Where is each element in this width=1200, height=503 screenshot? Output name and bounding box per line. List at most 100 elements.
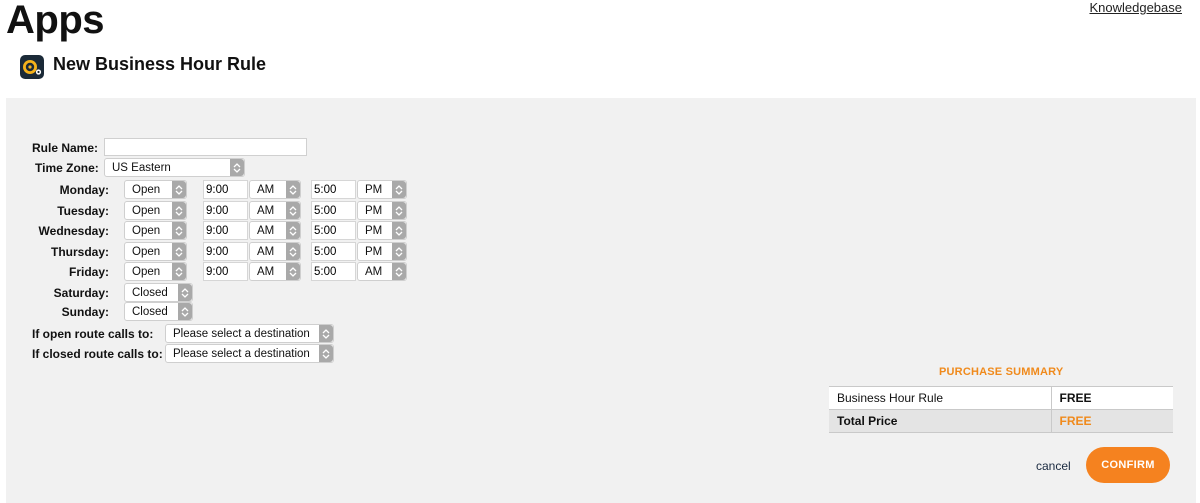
select-arrows-icon <box>286 222 300 239</box>
day-status-select[interactable]: Closed <box>124 302 193 321</box>
open-ampm-select[interactable]: AM <box>249 221 301 240</box>
select-arrows-icon <box>286 243 300 260</box>
day-row: Monday: <box>6 180 109 200</box>
day-status-select-value: Open <box>132 224 161 237</box>
select-arrows-icon <box>392 181 406 198</box>
time-zone-select[interactable]: US Eastern <box>104 158 245 177</box>
summary-row: Business Hour Rule FREE <box>829 386 1173 410</box>
day-status-select-value: Closed <box>132 286 168 299</box>
open-time-input[interactable] <box>203 221 248 240</box>
day-row: Wednesday: <box>6 221 109 241</box>
day-status-select[interactable]: Open <box>124 180 187 199</box>
close-ampm-select[interactable]: PM <box>357 221 407 240</box>
apps-heading: Apps <box>6 0 105 42</box>
close-time-input[interactable] <box>311 201 356 220</box>
open-ampm-select[interactable]: AM <box>249 180 301 199</box>
close-ampm-select-value: PM <box>365 245 383 258</box>
select-arrows-icon <box>172 222 186 239</box>
select-arrows-icon <box>392 222 406 239</box>
open-ampm-select[interactable]: AM <box>249 262 301 281</box>
day-row: Sunday: <box>6 302 109 322</box>
closed-route-select[interactable]: Please select a destination <box>165 344 334 363</box>
day-status-select[interactable]: Open <box>124 242 187 261</box>
open-ampm-select-value: AM <box>257 183 275 196</box>
open-time-input[interactable] <box>203 180 248 199</box>
close-ampm-select[interactable]: PM <box>357 201 407 220</box>
select-arrows-icon <box>178 303 192 320</box>
rule-name-input[interactable] <box>104 138 307 156</box>
select-arrows-icon <box>392 243 406 260</box>
time-zone-value: US Eastern <box>112 161 171 174</box>
day-label: Saturday: <box>53 286 109 300</box>
cancel-link[interactable]: cancel <box>1036 459 1071 473</box>
day-status-select[interactable]: Open <box>124 201 187 220</box>
close-ampm-select[interactable]: PM <box>357 242 407 261</box>
close-time-input[interactable] <box>311 262 356 281</box>
close-ampm-select[interactable]: AM <box>357 262 407 281</box>
select-arrows-icon <box>286 181 300 198</box>
close-ampm-select[interactable]: PM <box>357 180 407 199</box>
purchase-summary-table: Business Hour Rule FREE Total Price FREE <box>829 386 1173 433</box>
select-arrows-icon <box>286 202 300 219</box>
day-status-select-value: Open <box>132 204 161 217</box>
day-label: Monday: <box>59 183 109 197</box>
confirm-button[interactable]: CONFIRM <box>1086 447 1170 483</box>
knowledgebase-link[interactable]: Knowledgebase <box>1089 0 1182 15</box>
select-arrows-icon <box>230 159 244 176</box>
select-arrows-icon <box>392 263 406 280</box>
purchase-summary-title: PURCHASE SUMMARY <box>939 366 1064 378</box>
summary-total-row: Total Price FREE <box>829 409 1173 433</box>
open-ampm-select[interactable]: AM <box>249 201 301 220</box>
close-time-input[interactable] <box>311 242 356 261</box>
select-arrows-icon <box>392 202 406 219</box>
day-row: Friday: <box>6 262 109 282</box>
day-status-select[interactable]: Open <box>124 262 187 281</box>
open-time-input[interactable] <box>203 242 248 261</box>
day-label: Thursday: <box>50 245 109 259</box>
day-label: Tuesday: <box>57 204 109 218</box>
select-arrows-icon <box>172 263 186 280</box>
open-ampm-select-value: AM <box>257 245 275 258</box>
day-status-select[interactable]: Closed <box>124 283 193 302</box>
select-arrows-icon <box>319 325 333 342</box>
day-status-select[interactable]: Open <box>124 221 187 240</box>
day-status-select-value: Open <box>132 265 161 278</box>
open-ampm-select-value: AM <box>257 224 275 237</box>
time-zone-label: Time Zone: <box>35 161 99 175</box>
open-route-value: Please select a destination <box>173 327 310 340</box>
day-status-select-value: Closed <box>132 305 168 318</box>
open-route-select[interactable]: Please select a destination <box>165 324 334 343</box>
day-label: Sunday: <box>61 305 109 319</box>
open-ampm-select[interactable]: AM <box>249 242 301 261</box>
day-label: Wednesday: <box>38 224 109 238</box>
select-arrows-icon <box>172 202 186 219</box>
close-time-input[interactable] <box>311 221 356 240</box>
rule-name-label: Rule Name: <box>32 141 99 155</box>
open-time-input[interactable] <box>203 262 248 281</box>
closed-route-value: Please select a destination <box>173 347 310 360</box>
day-row: Tuesday: <box>6 201 109 221</box>
close-ampm-select-value: PM <box>365 224 383 237</box>
select-arrows-icon <box>178 284 192 301</box>
day-status-select-value: Open <box>132 245 161 258</box>
select-arrows-icon <box>286 263 300 280</box>
summary-price: FREE <box>1050 386 1173 410</box>
select-arrows-icon <box>319 345 333 362</box>
day-row: Thursday: <box>6 242 109 262</box>
close-time-input[interactable] <box>311 180 356 199</box>
day-row: Saturday: <box>6 283 109 303</box>
day-label: Friday: <box>68 265 109 279</box>
select-arrows-icon <box>172 181 186 198</box>
open-time-input[interactable] <box>203 201 248 220</box>
closed-route-label: If closed route calls to: <box>32 347 163 361</box>
rule-form-panel: Rule Name: Time Zone: US Eastern Monday:… <box>6 98 1196 503</box>
open-route-label: If open route calls to: <box>32 327 154 341</box>
open-ampm-select-value: AM <box>257 204 275 217</box>
summary-total-label: Total Price <box>829 409 1051 433</box>
page-title: New Business Hour Rule <box>53 54 267 74</box>
day-status-select-value: Open <box>132 183 161 196</box>
record-disc-icon <box>20 55 44 79</box>
close-ampm-select-value: AM <box>365 265 383 278</box>
select-arrows-icon <box>172 243 186 260</box>
summary-total-price: FREE <box>1050 409 1173 433</box>
